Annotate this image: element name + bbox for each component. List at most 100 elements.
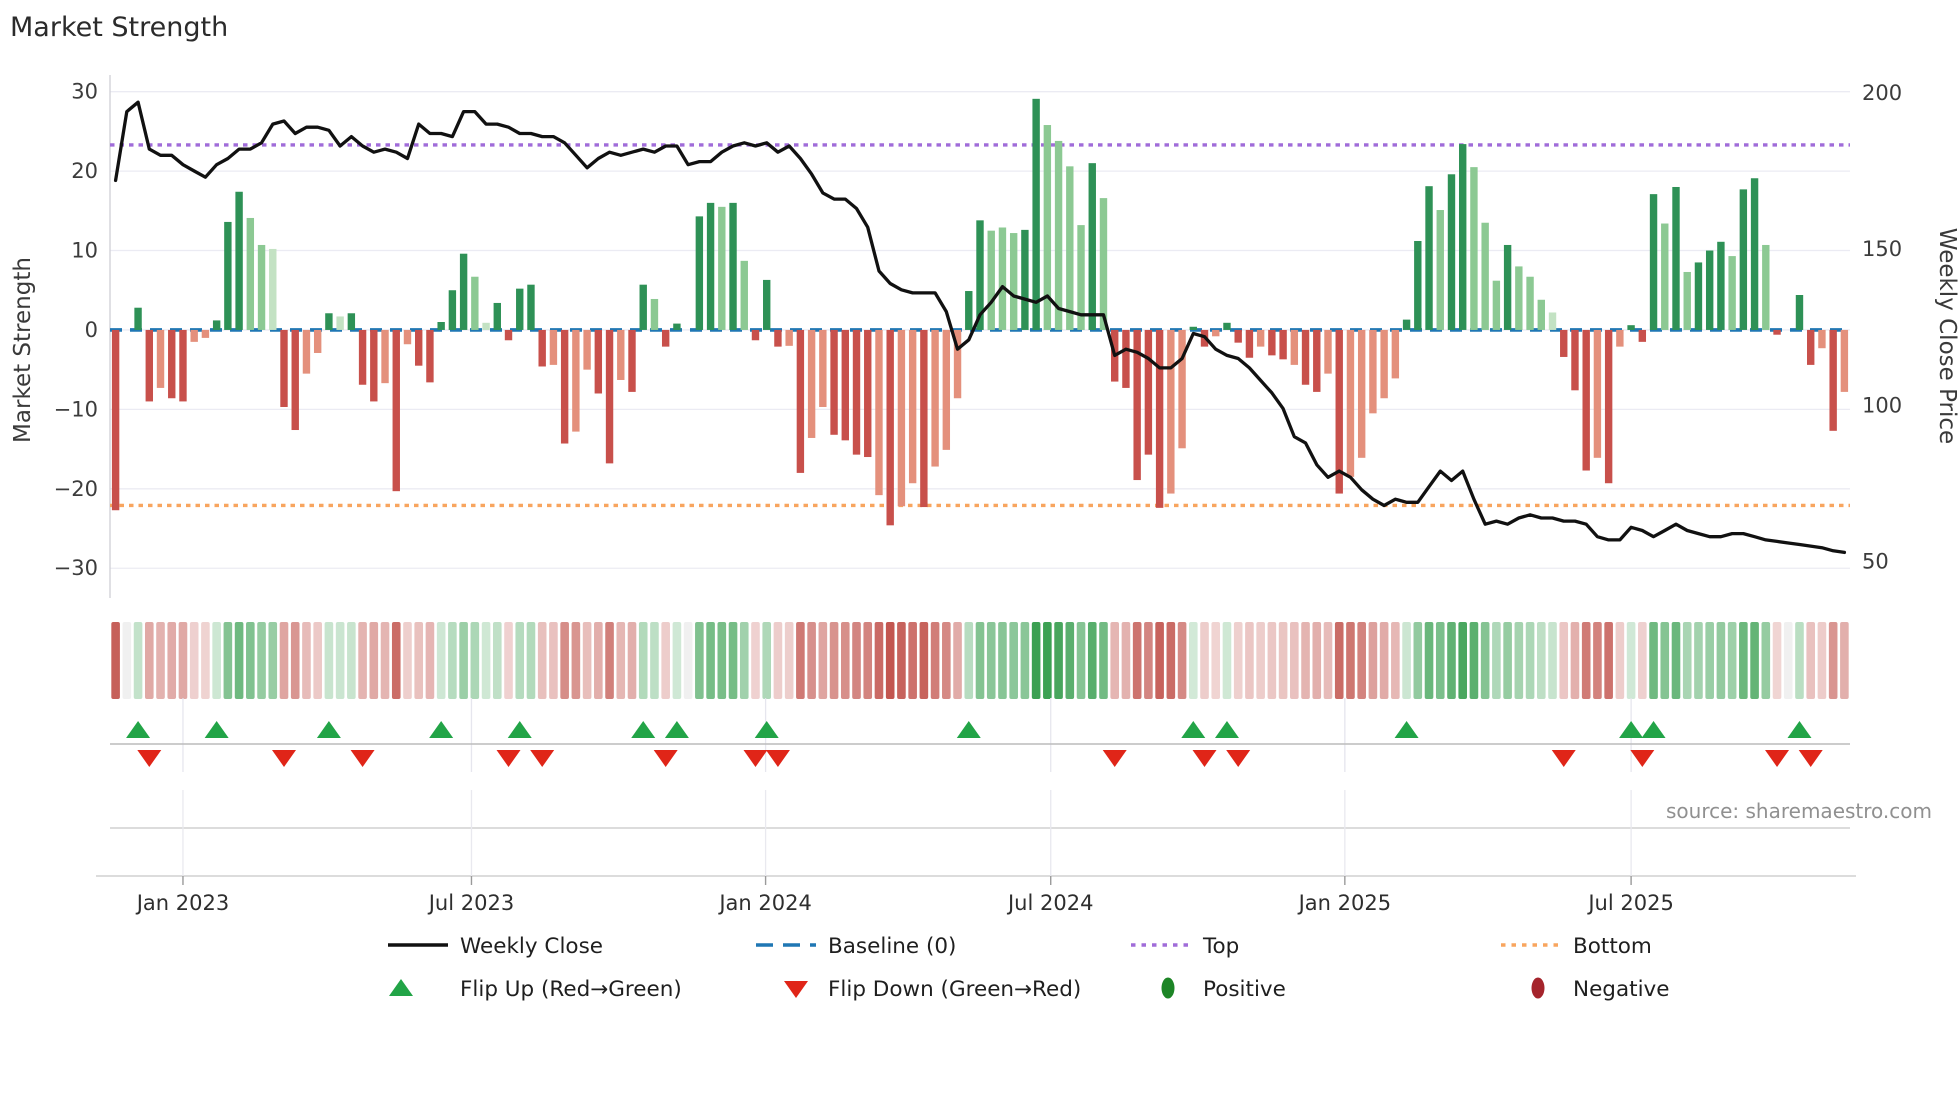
heat-cell (549, 622, 558, 699)
left-tick-label: −10 (54, 397, 98, 421)
strength-bar (1402, 319, 1411, 330)
heat-cell (537, 622, 547, 699)
heat-cell (1817, 622, 1827, 699)
strength-bar (1324, 329, 1332, 374)
heat-cell (1492, 622, 1501, 699)
heat-cell (268, 622, 278, 699)
heat-cell (1357, 622, 1366, 699)
strength-bar (1189, 326, 1197, 330)
flip-down-icon (1798, 750, 1823, 767)
flip-down-icon (743, 750, 768, 767)
heat-cell (1480, 622, 1490, 699)
heat-cell (571, 622, 581, 699)
strength-bar (1470, 167, 1478, 330)
heat-cell (1368, 622, 1378, 699)
strength-bar (987, 230, 995, 330)
heat-cell (1177, 622, 1187, 699)
heat-cell (1750, 622, 1759, 699)
heat-cell (998, 622, 1007, 699)
heat-cell (1694, 622, 1703, 699)
heat-cell (1536, 622, 1546, 699)
strength-bar (291, 329, 299, 431)
heat-cell (1413, 622, 1423, 699)
strength-bar (504, 329, 513, 341)
legend-flip-up-icon (389, 979, 413, 996)
strength-bar (1649, 194, 1658, 330)
strength-bar (1717, 241, 1725, 330)
heat-cell (515, 622, 525, 699)
strength-bar (1223, 322, 1231, 330)
strength-bar (931, 329, 939, 467)
right-axis-label: Weekly Close Price (1934, 228, 1960, 444)
strength-bar (516, 288, 524, 330)
heat-cell (403, 622, 412, 699)
flip-down-icon (1192, 750, 1217, 767)
strength-bar (426, 329, 434, 383)
heat-cell (829, 622, 839, 699)
heat-cell (448, 622, 457, 699)
strength-bar (325, 313, 333, 330)
heat-cell (1739, 622, 1748, 699)
left-tick-label: 20 (71, 159, 98, 183)
strength-bar (942, 329, 951, 450)
strength-bar (448, 290, 457, 330)
strength-bar (706, 202, 715, 330)
flip-up-icon (1394, 721, 1419, 738)
strength-bar (269, 248, 277, 330)
heat-cell (1323, 622, 1333, 699)
heat-cell (380, 622, 390, 699)
strength-bar (1560, 329, 1568, 357)
heat-cell (1031, 622, 1041, 699)
strength-bar (774, 329, 782, 347)
strength-bar (1144, 329, 1153, 455)
strength-bar (212, 320, 221, 330)
strength-bar (1178, 329, 1186, 449)
strength-bar (1414, 240, 1422, 330)
heat-cell (504, 622, 513, 699)
x-tick-label: Jul 2025 (1586, 891, 1673, 915)
strength-bar (336, 316, 344, 330)
heat-cell (358, 622, 367, 699)
heat-cell (257, 622, 266, 699)
strength-bar (583, 329, 591, 370)
strength-bar (763, 279, 771, 330)
heat-cell (975, 622, 985, 699)
heat-cell (818, 622, 828, 699)
heat-cell (1548, 622, 1557, 699)
flip-down-icon (1765, 750, 1790, 767)
heat-cell (751, 622, 760, 699)
strength-bar (729, 202, 737, 330)
strength-bar (1436, 210, 1444, 330)
heat-cell (1570, 622, 1580, 699)
strength-bar (796, 329, 805, 473)
strength-bar (224, 221, 232, 330)
strength-bar (482, 322, 490, 330)
strength-bar (965, 291, 973, 330)
strength-bar (819, 329, 827, 407)
strength-bar (1773, 329, 1781, 335)
strength-bar (661, 329, 670, 347)
heat-cell (1076, 622, 1086, 699)
legend-label: Positive (1203, 977, 1286, 1002)
market-strength-chart: 3020100−10−20−3020015010050Jan 2023 Jul 2… (10, 12, 1960, 1002)
strength-bar (1380, 329, 1388, 399)
strength-bar (1818, 329, 1826, 349)
heat-cell (942, 622, 951, 699)
heat-cell (1099, 622, 1108, 699)
strength-bar (864, 329, 872, 458)
heat-cell (650, 622, 659, 699)
strength-bar (886, 329, 894, 526)
heat-cell (807, 622, 816, 699)
heat-cell (1795, 622, 1804, 699)
x-tick-label: Jul 2023 (427, 891, 514, 915)
strength-bar (1122, 329, 1130, 388)
heat-cell (1233, 622, 1243, 699)
x-tick-label: Jan 2024 (717, 891, 812, 915)
legend-label: Bottom (1573, 934, 1652, 959)
heat-cell (908, 622, 917, 699)
heat-cell (1581, 622, 1591, 699)
right-tick-label: 150 (1862, 237, 1902, 261)
flip-down-icon (1226, 750, 1251, 767)
heat-cell (1278, 622, 1288, 699)
flip-up-icon (316, 721, 341, 738)
